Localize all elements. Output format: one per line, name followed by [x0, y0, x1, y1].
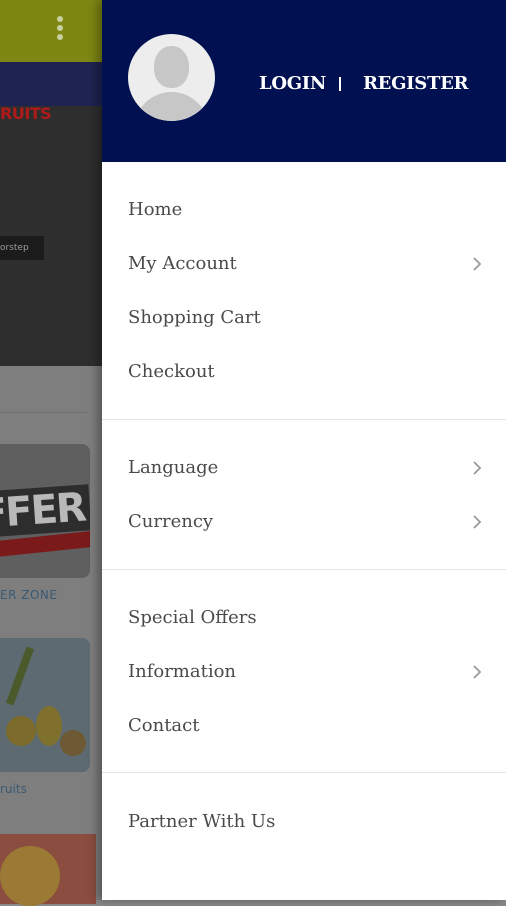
login-button[interactable]: LOGIN	[259, 72, 326, 96]
chevron-right-icon	[468, 663, 486, 681]
menu-divider	[102, 569, 506, 570]
register-button[interactable]: REGISTER	[363, 72, 468, 96]
menu-item-special-offers[interactable]: Special Offers	[102, 591, 506, 645]
menu-item-label: Language	[128, 457, 219, 478]
offer-zone-card[interactable]: FFER	[0, 444, 90, 578]
chevron-right-icon	[468, 255, 486, 273]
auth-separator	[339, 77, 341, 91]
banner-subtitle: orstep	[0, 236, 44, 260]
menu-item-label: Partner With Us	[128, 811, 276, 832]
navigation-drawer: LOGIN REGISTER Home My Account Shopping …	[102, 0, 506, 900]
menu-item-checkout[interactable]: Checkout	[102, 345, 506, 399]
menu-item-label: Special Offers	[128, 607, 257, 628]
fruits-card[interactable]	[0, 638, 90, 772]
menu-item-shopping-cart[interactable]: Shopping Cart	[102, 291, 506, 345]
pineapple-leaf	[5, 646, 35, 706]
mango-image	[0, 846, 60, 906]
fruits-label[interactable]: ruits	[0, 782, 27, 796]
menu-item-label: Shopping Cart	[128, 307, 261, 328]
drawer-header: LOGIN REGISTER	[102, 0, 506, 162]
menu-item-language[interactable]: Language	[102, 441, 506, 495]
menu-item-label: Home	[128, 199, 183, 220]
menu-item-home[interactable]: Home	[102, 183, 506, 237]
avatar-head	[154, 46, 189, 88]
menu-item-partner-with-us[interactable]: Partner With Us	[102, 795, 506, 849]
menu-item-currency[interactable]: Currency	[102, 495, 506, 549]
overflow-menu-icon[interactable]	[54, 16, 66, 44]
menu-item-label: Currency	[128, 511, 214, 532]
offer-graphic: FFER	[0, 484, 90, 538]
chevron-right-icon	[468, 459, 486, 477]
menu-item-label: My Account	[128, 253, 237, 274]
menu-item-information[interactable]: Information	[102, 645, 506, 699]
menu-item-my-account[interactable]: My Account	[102, 237, 506, 291]
menu-divider	[102, 772, 506, 773]
menu-item-label: Information	[128, 661, 237, 682]
menu-item-contact[interactable]: Contact	[102, 699, 506, 753]
avatar-body	[134, 92, 209, 121]
chevron-right-icon	[468, 513, 486, 531]
fruit-image	[6, 716, 36, 746]
fruit-image	[36, 706, 62, 746]
menu-item-label: Checkout	[128, 361, 215, 382]
menu-divider	[102, 419, 506, 420]
user-avatar-icon[interactable]	[128, 34, 215, 121]
fruit-image	[60, 730, 86, 756]
offer-zone-label[interactable]: ER ZONE	[0, 588, 57, 602]
content-divider	[0, 412, 88, 413]
menu-item-label: Contact	[128, 715, 200, 736]
banner-title: RUITS	[0, 104, 52, 123]
